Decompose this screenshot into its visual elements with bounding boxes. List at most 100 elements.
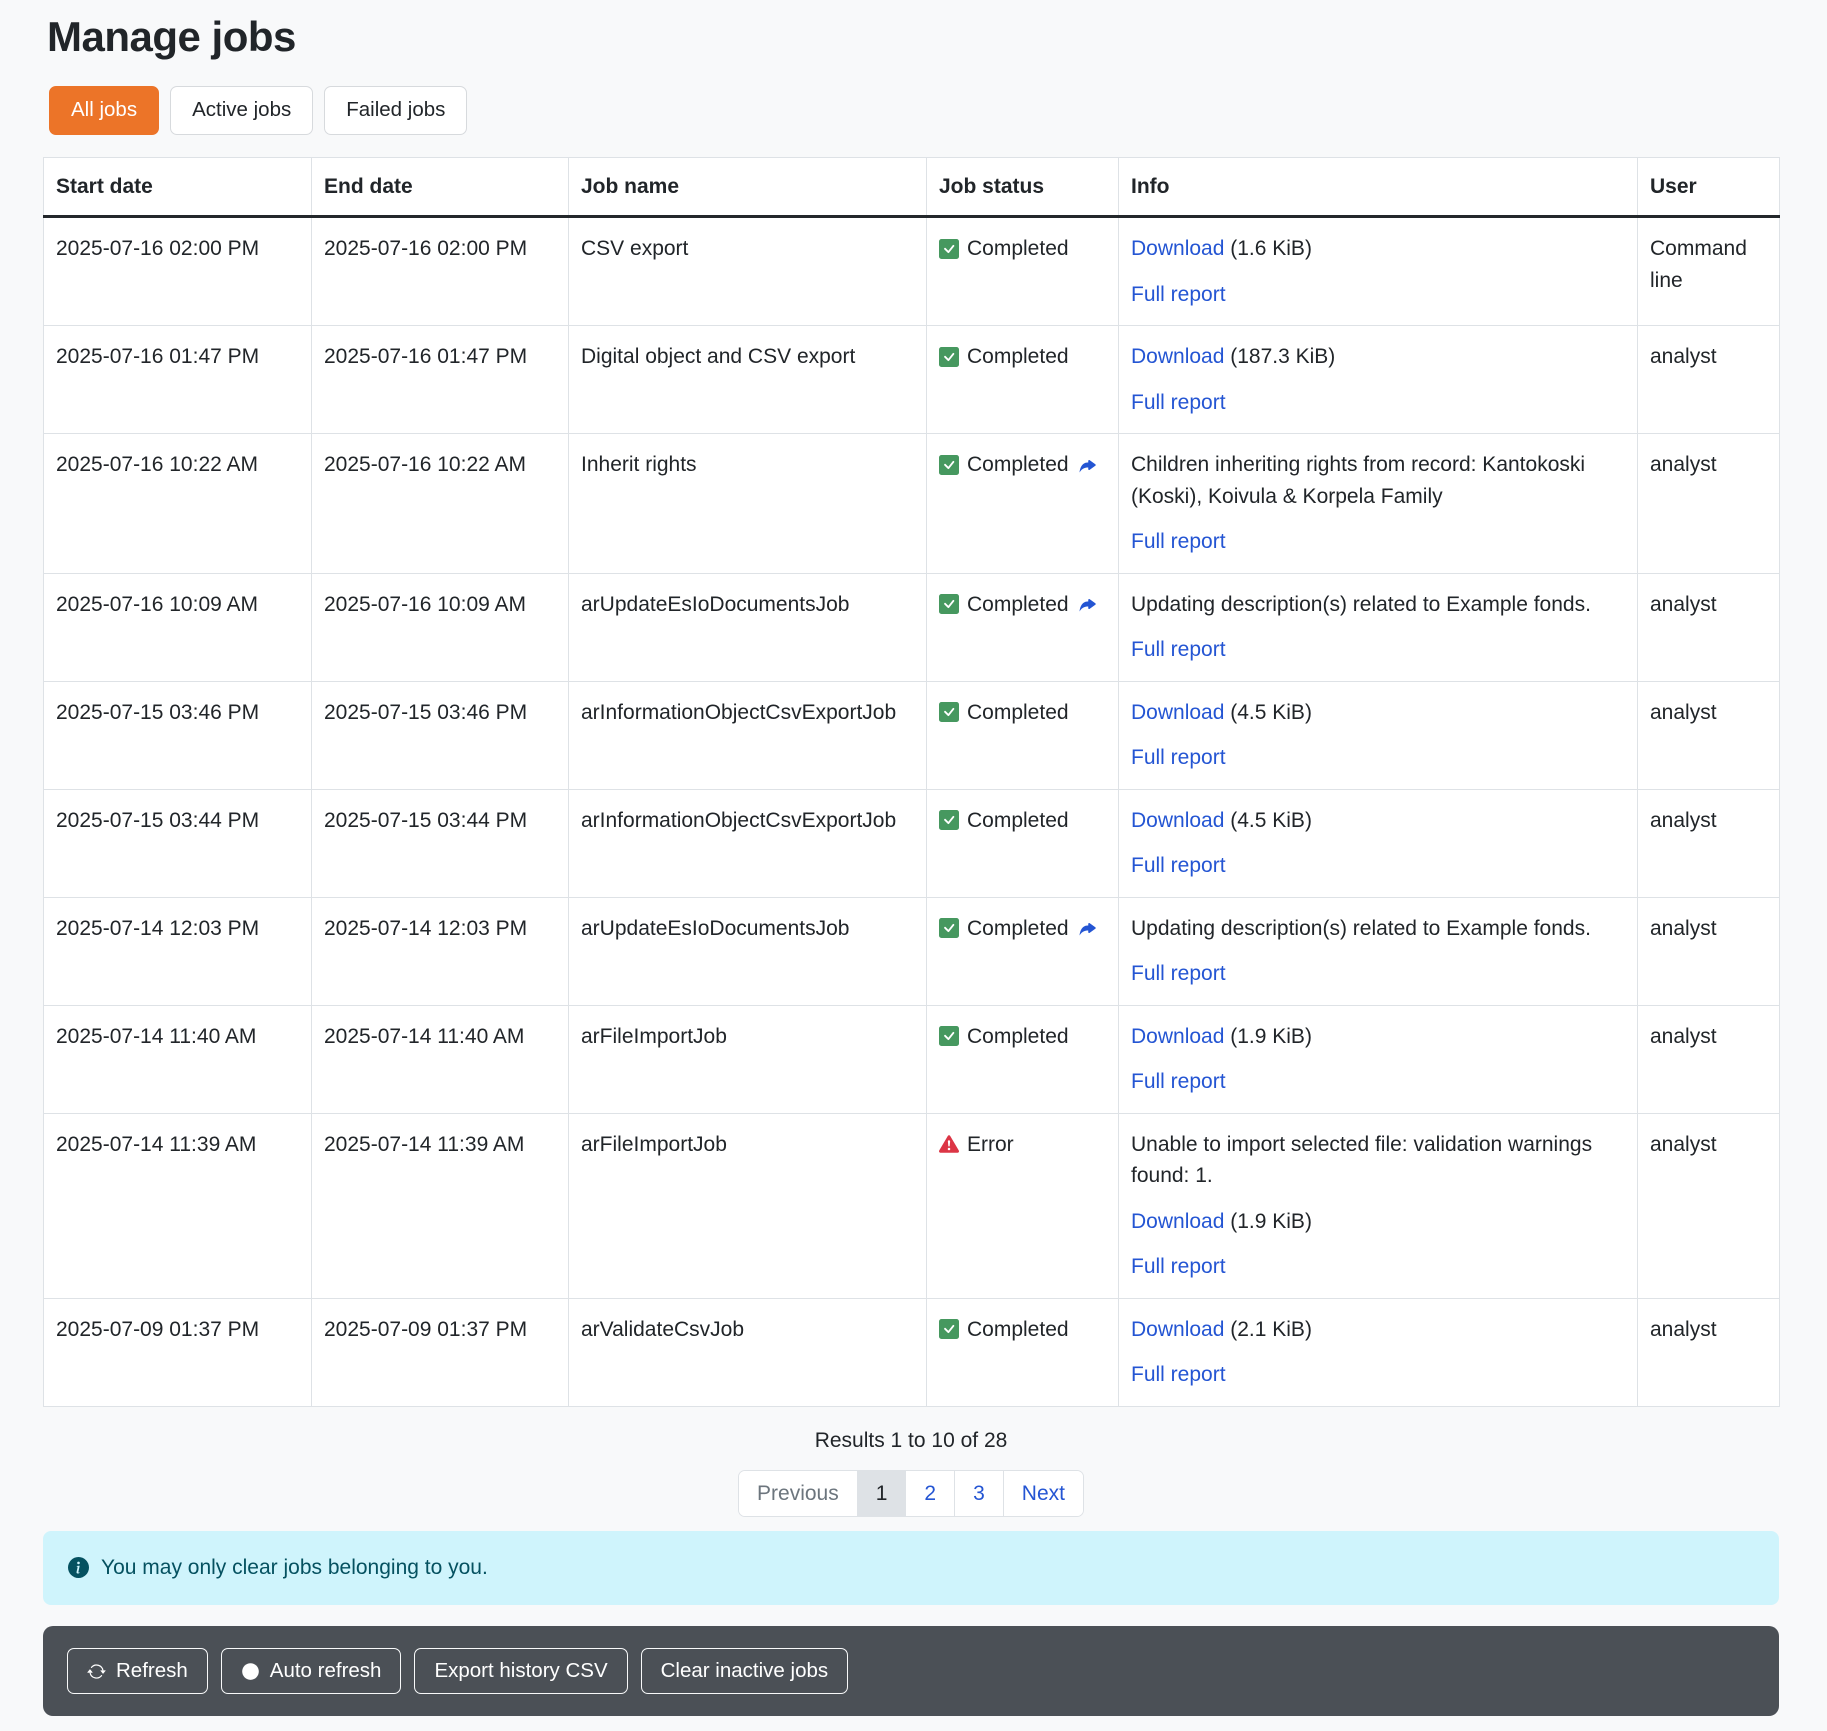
- end-date-cell: 2025-07-16 01:47 PM: [312, 326, 569, 434]
- download-link[interactable]: Download: [1131, 809, 1224, 832]
- user-cell: Command line: [1638, 217, 1780, 326]
- table-row: 2025-07-14 11:39 AM 2025-07-14 11:39 AM …: [44, 1113, 1780, 1298]
- completed-check-icon: [939, 810, 959, 830]
- pagination-page-2[interactable]: 2: [906, 1471, 955, 1516]
- end-date-cell: 2025-07-16 02:00 PM: [312, 217, 569, 326]
- table-row: 2025-07-16 01:47 PM 2025-07-16 01:47 PM …: [44, 326, 1780, 434]
- completed-check-icon: [939, 347, 959, 367]
- filter-failed-jobs[interactable]: Failed jobs: [324, 86, 467, 135]
- job-name-cell: arInformationObjectCsvExportJob: [569, 789, 927, 897]
- table-row: 2025-07-16 10:09 AM 2025-07-16 10:09 AM …: [44, 573, 1780, 681]
- table-row: 2025-07-14 11:40 AM 2025-07-14 11:40 AM …: [44, 1005, 1780, 1113]
- job-name-cell: arFileImportJob: [569, 1005, 927, 1113]
- table-row: 2025-07-09 01:37 PM 2025-07-09 01:37 PM …: [44, 1298, 1780, 1406]
- job-status-cell: Completed: [927, 573, 1119, 681]
- download-link[interactable]: Download: [1131, 701, 1224, 724]
- end-date-cell: 2025-07-16 10:22 AM: [312, 434, 569, 574]
- col-header-user: User: [1638, 157, 1780, 217]
- user-cell: analyst: [1638, 1005, 1780, 1113]
- job-status-label: Error: [967, 1129, 1014, 1161]
- results-count: Results 1 to 10 of 28: [43, 1429, 1779, 1453]
- info-circle-icon: [68, 1557, 89, 1578]
- job-name-cell: arInformationObjectCsvExportJob: [569, 681, 927, 789]
- job-status-cell: Completed: [927, 217, 1119, 326]
- start-date-cell: 2025-07-16 02:00 PM: [44, 217, 312, 326]
- info-cell: Download (4.5 KiB) Full report: [1119, 789, 1638, 897]
- job-status-label: Completed: [967, 1314, 1069, 1346]
- full-report-link[interactable]: Full report: [1131, 962, 1226, 985]
- job-name-cell: arUpdateEsIoDocumentsJob: [569, 897, 927, 1005]
- refresh-button[interactable]: Refresh: [67, 1648, 208, 1695]
- info-note: Updating description(s) related to Examp…: [1131, 589, 1625, 621]
- error-triangle-icon: [939, 1134, 959, 1154]
- job-status-label: Completed: [967, 805, 1069, 837]
- user-cell: analyst: [1638, 1113, 1780, 1298]
- info-banner: You may only clear jobs belonging to you…: [43, 1531, 1779, 1605]
- job-status-cell: Completed: [927, 681, 1119, 789]
- clear-inactive-jobs-button[interactable]: Clear inactive jobs: [641, 1648, 849, 1695]
- download-size: (4.5 KiB): [1224, 809, 1312, 832]
- download-link[interactable]: Download: [1131, 237, 1224, 260]
- job-name-cell: arFileImportJob: [569, 1113, 927, 1298]
- export-history-csv-button[interactable]: Export history CSV: [414, 1648, 627, 1695]
- bottom-action-bar: Refresh Auto refresh Export history CSV …: [43, 1626, 1779, 1717]
- col-header-info: Info: [1119, 157, 1638, 217]
- download-link[interactable]: Download: [1131, 1210, 1224, 1233]
- auto-refresh-button[interactable]: Auto refresh: [221, 1648, 402, 1695]
- end-date-cell: 2025-07-14 12:03 PM: [312, 897, 569, 1005]
- job-name-cell: arValidateCsvJob: [569, 1298, 927, 1406]
- refresh-button-label: Refresh: [116, 1659, 188, 1684]
- pagination-page-3[interactable]: 3: [955, 1471, 1004, 1516]
- full-report-link[interactable]: Full report: [1131, 638, 1226, 661]
- job-status-label: Completed: [967, 913, 1069, 945]
- table-row: 2025-07-16 02:00 PM 2025-07-16 02:00 PM …: [44, 217, 1780, 326]
- info-cell: Download (1.6 KiB) Full report: [1119, 217, 1638, 326]
- start-date-cell: 2025-07-09 01:37 PM: [44, 1298, 312, 1406]
- full-report-link[interactable]: Full report: [1131, 530, 1226, 553]
- pagination-previous: Previous: [739, 1471, 858, 1516]
- completed-check-icon: [939, 1319, 959, 1339]
- auto-refresh-button-label: Auto refresh: [270, 1659, 382, 1684]
- info-note: Updating description(s) related to Examp…: [1131, 913, 1625, 945]
- shared-arrow-icon: [1077, 594, 1097, 614]
- start-date-cell: 2025-07-16 01:47 PM: [44, 326, 312, 434]
- full-report-link[interactable]: Full report: [1131, 283, 1226, 306]
- full-report-link[interactable]: Full report: [1131, 391, 1226, 414]
- full-report-link[interactable]: Full report: [1131, 746, 1226, 769]
- user-cell: analyst: [1638, 789, 1780, 897]
- job-status-cell: Completed: [927, 789, 1119, 897]
- download-size: (187.3 KiB): [1224, 345, 1335, 368]
- completed-check-icon: [939, 594, 959, 614]
- pagination-next[interactable]: Next: [1004, 1471, 1083, 1516]
- full-report-link[interactable]: Full report: [1131, 854, 1226, 877]
- jobs-table: Start date End date Job name Job status …: [43, 157, 1780, 1407]
- start-date-cell: 2025-07-16 10:22 AM: [44, 434, 312, 574]
- end-date-cell: 2025-07-16 10:09 AM: [312, 573, 569, 681]
- job-status-label: Completed: [967, 697, 1069, 729]
- start-date-cell: 2025-07-16 10:09 AM: [44, 573, 312, 681]
- start-date-cell: 2025-07-14 12:03 PM: [44, 897, 312, 1005]
- end-date-cell: 2025-07-09 01:37 PM: [312, 1298, 569, 1406]
- info-banner-text: You may only clear jobs belonging to you…: [101, 1556, 488, 1580]
- job-filter-group: All jobs Active jobs Failed jobs: [49, 86, 1779, 135]
- table-row: 2025-07-15 03:46 PM 2025-07-15 03:46 PM …: [44, 681, 1780, 789]
- jobs-table-body: 2025-07-16 02:00 PM 2025-07-16 02:00 PM …: [44, 217, 1780, 1407]
- full-report-link[interactable]: Full report: [1131, 1255, 1226, 1278]
- job-name-cell: Digital object and CSV export: [569, 326, 927, 434]
- start-date-cell: 2025-07-14 11:39 AM: [44, 1113, 312, 1298]
- job-status-label: Completed: [967, 1021, 1069, 1053]
- table-row: 2025-07-16 10:22 AM 2025-07-16 10:22 AM …: [44, 434, 1780, 574]
- download-link[interactable]: Download: [1131, 345, 1224, 368]
- download-size: (2.1 KiB): [1224, 1318, 1312, 1341]
- download-link[interactable]: Download: [1131, 1025, 1224, 1048]
- filter-all-jobs[interactable]: All jobs: [49, 86, 159, 135]
- info-cell: Unable to import selected file: validati…: [1119, 1113, 1638, 1298]
- download-link[interactable]: Download: [1131, 1318, 1224, 1341]
- start-date-cell: 2025-07-15 03:46 PM: [44, 681, 312, 789]
- table-row: 2025-07-15 03:44 PM 2025-07-15 03:44 PM …: [44, 789, 1780, 897]
- clear-inactive-jobs-label: Clear inactive jobs: [661, 1659, 829, 1684]
- filter-active-jobs[interactable]: Active jobs: [170, 86, 313, 135]
- full-report-link[interactable]: Full report: [1131, 1070, 1226, 1093]
- full-report-link[interactable]: Full report: [1131, 1363, 1226, 1386]
- completed-check-icon: [939, 1026, 959, 1046]
